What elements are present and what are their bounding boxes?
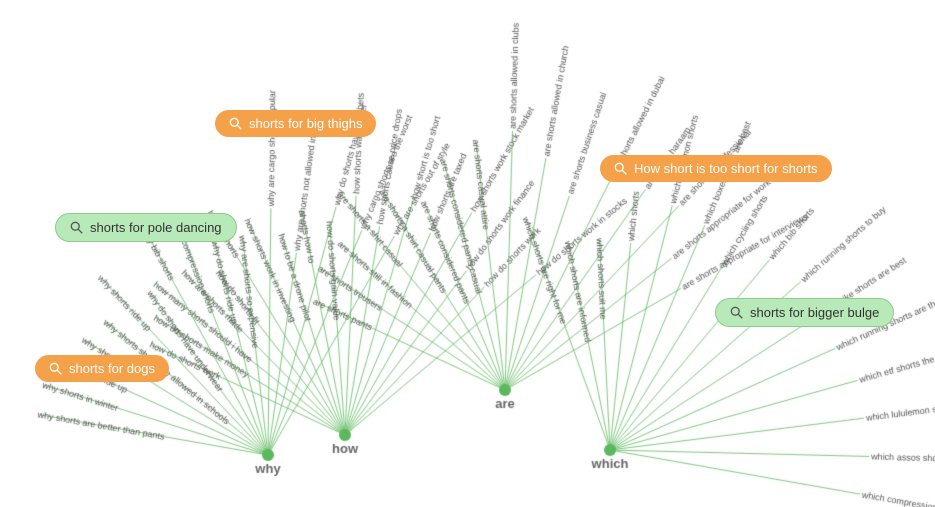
bubble-big-thighs[interactable]: shorts for big thighs: [215, 110, 376, 137]
bubble-pole-dancing-label: shorts for pole dancing: [90, 220, 222, 235]
search-icon: [70, 221, 84, 235]
bubble-how-short[interactable]: How short is too short for shorts: [600, 155, 832, 182]
bubble-how-short-label: How short is too short for shorts: [634, 161, 818, 176]
search-icon: [229, 117, 243, 131]
bubble-dogs-label: shorts for dogs: [69, 361, 155, 376]
bubble-big-thighs-label: shorts for big thighs: [249, 116, 362, 131]
bubble-bigger-bulge-label: shorts for bigger bulge: [750, 305, 879, 320]
search-icon: [614, 162, 628, 176]
bubble-bigger-bulge[interactable]: shorts for bigger bulge: [715, 298, 894, 327]
bubble-dogs[interactable]: shorts for dogs: [35, 355, 169, 382]
search-icon: [49, 362, 63, 376]
bubble-pole-dancing[interactable]: shorts for pole dancing: [55, 213, 237, 242]
search-icon: [730, 306, 744, 320]
